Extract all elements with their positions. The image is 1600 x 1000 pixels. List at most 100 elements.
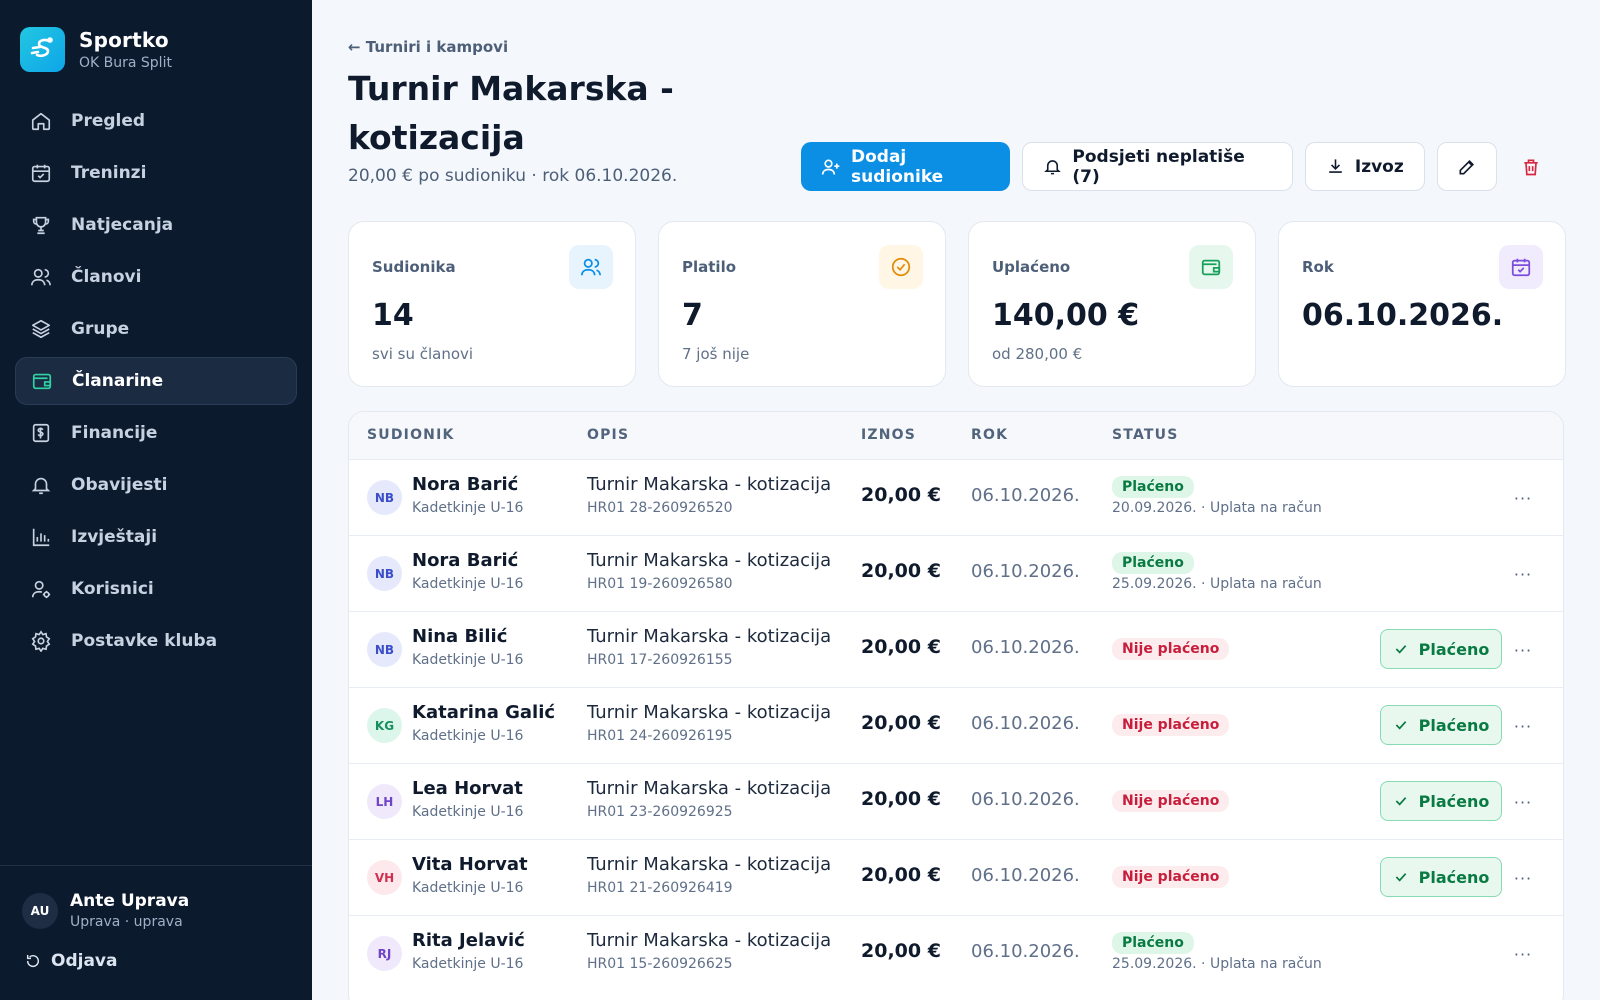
more-actions-icon[interactable]: ···	[1509, 636, 1537, 664]
check-icon	[1393, 717, 1409, 733]
participant-name[interactable]: Rita Jelavić	[412, 930, 525, 951]
payment-reference: HR01 23-260926925	[587, 804, 733, 820]
stat-label: Sudionika	[372, 258, 456, 276]
export-label: Izvoz	[1354, 156, 1404, 177]
avatar: NB	[367, 556, 402, 591]
stat-value: 140,00 €	[992, 298, 1140, 333]
more-actions-icon[interactable]: ···	[1509, 864, 1537, 892]
column-header-status[interactable]: STATUS	[1112, 427, 1179, 443]
page-title: Turnir Makarska - kotizacija	[348, 69, 674, 157]
mark-paid-button[interactable]: Plaćeno	[1380, 629, 1502, 669]
sidebar-item-obavijesti[interactable]: Obavijesti	[15, 461, 297, 509]
column-header-participant[interactable]: SUDIONIK	[367, 427, 455, 443]
add-participants-label: Dodaj sudionike	[851, 146, 944, 187]
fee-description: Turnir Makarska - kotizacija	[587, 854, 832, 875]
check-icon	[1393, 641, 1409, 657]
calendar-check-icon	[29, 161, 53, 185]
page-actions: Dodaj sudionike Podsjeti neplatiše (7) I…	[801, 142, 1564, 191]
check-circle-icon	[879, 245, 923, 289]
more-actions-icon[interactable]: ···	[1509, 788, 1537, 816]
sidebar-item-korisnici[interactable]: Korisnici	[15, 565, 297, 613]
current-user[interactable]: AU Ante Uprava Uprava · uprava	[22, 891, 189, 930]
table-row[interactable]: NB Nora Barić Kadetkinje U-16 Turnir Makars…	[349, 459, 1563, 535]
participant-group: Kadetkinje U-16	[412, 576, 524, 592]
sidebar-item-pregled[interactable]: Pregled	[15, 97, 297, 145]
brand[interactable]: Sportko OK Bura Split	[20, 27, 172, 72]
sidebar-item-label: Treninzi	[71, 163, 147, 183]
more-actions-icon[interactable]: ···	[1509, 712, 1537, 740]
sidebar-item-financije[interactable]: Financije	[15, 409, 297, 457]
payment-reference: HR01 24-260926195	[587, 728, 733, 744]
add-participants-button[interactable]: Dodaj sudionike	[801, 142, 1011, 191]
table-header: SUDIONIK OPIS IZNOS ROK STATUS	[349, 412, 1563, 459]
participant-name[interactable]: Nina Bilić	[412, 626, 507, 647]
participant-name[interactable]: Nora Barić	[412, 474, 518, 495]
fee-amount: 20,00 €	[861, 560, 941, 582]
export-button[interactable]: Izvoz	[1304, 142, 1425, 191]
calendar-icon	[1499, 245, 1543, 289]
stat-card-collected: Uplaćeno 140,00 € od 280,00 €	[968, 221, 1256, 387]
stat-label: Platilo	[682, 258, 737, 276]
sidebar-item-label: Natjecanja	[71, 215, 174, 235]
sidebar-item-izvjestaji[interactable]: Izvještaji	[15, 513, 297, 561]
fee-description: Turnir Makarska - kotizacija	[587, 474, 832, 495]
participant-name[interactable]: Vita Horvat	[412, 854, 528, 875]
back-link[interactable]: ← Turniri i kampovi	[348, 38, 508, 56]
check-icon	[1393, 793, 1409, 809]
status-badge: Plaćeno	[1112, 476, 1194, 498]
status-badge: Nije plaćeno	[1112, 866, 1230, 888]
table-row[interactable]: NB Nora Barić Kadetkinje U-16 Turnir Makars…	[349, 535, 1563, 611]
participant-group: Kadetkinje U-16	[412, 652, 524, 668]
column-header-amount[interactable]: IZNOS	[861, 427, 916, 443]
fee-amount: 20,00 €	[861, 940, 941, 962]
logout-button[interactable]: Odjava	[25, 951, 117, 971]
avatar: NB	[367, 632, 402, 667]
remind-unpaid-button[interactable]: Podsjeti neplatiše (7)	[1022, 142, 1293, 191]
table-row[interactable]: VH Vita Horvat Kadetkinje U-16 Turnir Makar…	[349, 839, 1563, 915]
stat-card-participants: Sudionika 14 svi su članovi	[348, 221, 636, 387]
sidebar-item-label: Financije	[71, 423, 158, 443]
table-row[interactable]: LH Lea Horvat Kadetkinje U-16 Turnir Makars…	[349, 763, 1563, 839]
more-actions-icon[interactable]: ···	[1509, 560, 1537, 588]
check-icon	[1393, 869, 1409, 885]
sidebar-item-label: Korisnici	[71, 579, 154, 599]
table-row[interactable]: NB Nina Bilić Kadetkinje U-16 Turnir Makars…	[349, 611, 1563, 687]
table-row[interactable]: KG Katarina Galić Kadetkinje U-16 Turnir Ma…	[349, 687, 1563, 763]
payment-note: 25.09.2026. · Uplata na račun	[1112, 956, 1322, 972]
sidebar-item-grupe[interactable]: Grupe	[15, 305, 297, 353]
table-row[interactable]: RJ Rita Jelavić Kadetkinje U-16 Turnir Maka…	[349, 915, 1563, 991]
mark-paid-button[interactable]: Plaćeno	[1380, 781, 1502, 821]
sidebar-item-treninzi[interactable]: Treninzi	[15, 149, 297, 197]
logout-label: Odjava	[51, 951, 118, 971]
participants-table: SUDIONIK OPIS IZNOS ROK STATUS NB Nora Ba…	[348, 411, 1564, 1000]
column-header-due[interactable]: ROK	[971, 427, 1008, 443]
mark-paid-button[interactable]: Plaćeno	[1380, 705, 1502, 745]
sidebar-item-postavke-kluba[interactable]: Postavke kluba	[15, 617, 297, 665]
fee-amount: 20,00 €	[861, 712, 941, 734]
page-subtitle: 20,00 € po sudioniku · rok 06.10.2026.	[348, 166, 678, 186]
sidebar-item-clanovi[interactable]: Članovi	[15, 253, 297, 301]
avatar: VH	[367, 860, 402, 895]
participant-group: Kadetkinje U-16	[412, 804, 524, 820]
user-name: Ante Uprava	[70, 891, 190, 911]
edit-button[interactable]	[1436, 142, 1498, 191]
column-header-description[interactable]: OPIS	[587, 427, 629, 443]
sidebar-item-natjecanja[interactable]: Natjecanja	[15, 201, 297, 249]
delete-button[interactable]	[1509, 142, 1552, 191]
logout-icon	[25, 953, 41, 969]
mark-paid-button[interactable]: Plaćeno	[1380, 857, 1502, 897]
participant-name[interactable]: Nora Barić	[412, 550, 518, 571]
stat-card-paid: Platilo 7 7 još nije	[658, 221, 946, 387]
participant-name[interactable]: Lea Horvat	[412, 778, 523, 799]
sidebar-item-label: Pregled	[71, 111, 146, 131]
participant-name[interactable]: Katarina Galić	[412, 702, 555, 723]
due-date: 06.10.2026.	[971, 789, 1080, 810]
fee-description: Turnir Makarska - kotizacija	[587, 930, 832, 951]
fee-amount: 20,00 €	[861, 484, 941, 506]
mark-paid-label: Plaćeno	[1418, 715, 1490, 735]
mark-paid-label: Plaćeno	[1418, 639, 1490, 659]
more-actions-icon[interactable]: ···	[1509, 484, 1537, 512]
sidebar-item-clanarine[interactable]: Članarine	[15, 357, 297, 405]
more-actions-icon[interactable]: ···	[1509, 940, 1537, 968]
payment-note: 20.09.2026. · Uplata na račun	[1112, 500, 1322, 516]
